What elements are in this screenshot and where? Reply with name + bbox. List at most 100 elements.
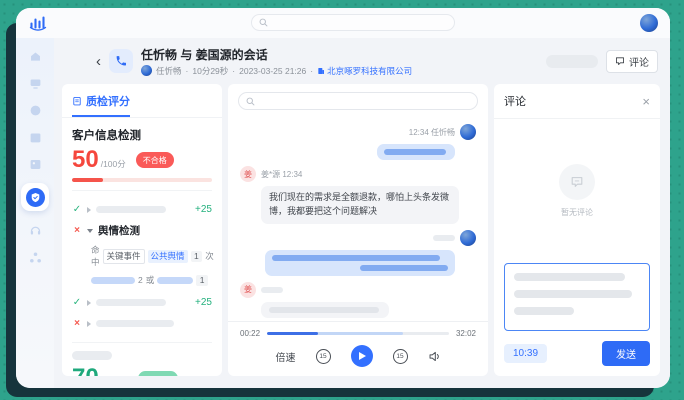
message-bubble: 我们现在的需求是全额退款，哪怕上头条发微博，我都要把这个问题解决 [261,186,459,224]
volume-icon[interactable] [428,350,441,363]
home-icon [29,50,42,63]
phone-icon [115,55,127,67]
comments-title: 评论 [504,93,526,109]
agent-avatar [460,124,476,140]
transcript-search-input[interactable] [259,96,470,106]
rule-bonus: +25 [195,204,212,215]
timestamp-tag[interactable]: 10:39 [504,344,547,363]
separator-dot: · [310,66,313,76]
message-meta: 姜*源 12:34 [261,169,302,180]
rule-item[interactable]: × [72,313,212,334]
building-icon [317,67,325,75]
play-button[interactable] [351,345,373,367]
send-button[interactable]: 发送 [602,341,650,366]
redacted-message-bubble [261,302,389,318]
playback-speed-button[interactable]: 倍速 [276,349,296,364]
call-type-badge [109,49,133,73]
hit-count: 1 [191,251,203,262]
sidebar-item-clock[interactable] [27,102,43,118]
rule-item[interactable]: ✓ +25 [72,292,212,313]
redacted-text-bar [360,265,448,271]
or-label: 或 [146,274,155,286]
message-customer: 姜 姜*源 12:34 我们现在的需求是全额退款，哪怕上头条发微博，我都要把这个… [240,166,459,224]
caret-right-icon[interactable] [87,321,91,327]
redacted-meta-pill [261,287,283,293]
close-icon[interactable]: × [642,95,650,108]
check-icon: ✓ [72,297,82,308]
count-3: 1 [196,275,208,286]
empty-comment-icon [559,164,595,200]
message-agent-redacted [265,230,476,276]
separator-dot: · [232,66,235,76]
separator-dot: · [186,66,189,76]
message-meta: 12:34 任忻畅 [409,127,455,138]
check-icon: ✓ [72,204,82,215]
call-duration: 10分29秒 [192,65,228,77]
redacted-draft-line [514,307,574,315]
agent-avatar [141,65,152,76]
rule-item-sentiment[interactable]: × 舆情检测 [72,220,212,241]
gallery-icon [29,158,42,171]
score2-value: 70 [72,366,99,376]
sidebar-item-gallery[interactable] [27,156,43,172]
redacted-card2-title [72,351,112,360]
comment-input[interactable] [504,263,650,331]
conversation-header: ‹ 任忻畅 与 姜国源的会话 任忻畅 · 10分29秒 · 2023-03-25… [62,38,660,84]
redacted-rule-label [96,206,166,213]
audio-player: 00:22 32:02 倍速 15 15 [228,321,488,376]
message-list[interactable]: 12:34 任忻畅 姜 姜*源 12:34 [228,114,488,321]
redacted-keyword-pill [157,277,193,284]
redacted-draft-line [514,290,632,298]
sidebar-item-calendar[interactable] [27,129,43,145]
sentiment-detail-line2: 2 或 1 [91,274,212,286]
global-search[interactable] [251,14,455,31]
status-badge-pass-redacted [138,371,178,377]
skip-forward-15-icon[interactable]: 15 [393,349,408,364]
user-avatar[interactable] [640,14,658,32]
redacted-meta-pill [433,235,455,241]
total-time: 32:02 [456,329,476,338]
redacted-rule-label [96,299,166,306]
count-2: 2 [138,275,143,285]
search-icon [259,18,268,27]
sidebar-item-home[interactable] [27,48,43,64]
redacted-draft-line [514,273,625,281]
message-agent: 12:34 任忻畅 [377,124,476,160]
clock-icon [29,104,42,117]
redacted-rule-label [96,320,174,327]
score-card-title: 客户信息检测 [72,127,212,143]
rule-bonus: +25 [195,297,212,308]
sentiment-detail-line1: 命中 关键事件 公共舆情 1 次 [91,244,212,268]
current-time: 00:22 [240,329,260,338]
agent-avatar [460,230,476,246]
conversation-subtitle: 任忻畅 · 10分29秒 · 2023-03-25 21:26 · 北京啄罗科技… [141,65,412,77]
caret-right-icon[interactable] [87,300,91,306]
score-max: /100分 [101,158,126,170]
cross-icon: × [72,225,82,236]
caret-right-icon[interactable] [87,207,91,213]
tab-quality-score[interactable]: 质检评分 [72,93,130,117]
cross-icon: × [72,318,82,329]
skip-back-15-icon[interactable]: 15 [316,349,331,364]
hit-label: 命中 [91,244,100,268]
comment-toggle-button[interactable]: 评论 [606,50,658,73]
transcript-panel: 12:34 任忻畅 姜 姜*源 12:34 [228,84,488,376]
redacted-message-bubble [377,144,455,160]
sidebar-item-headset[interactable] [27,222,43,238]
sidebar-item-org[interactable] [27,249,43,265]
message-customer-redacted: 姜 [240,282,389,318]
company-link[interactable]: 北京啄罗科技有限公司 [317,65,412,77]
caret-down-icon[interactable] [87,229,93,233]
sidebar-item-inspection-active[interactable] [21,183,49,211]
sidebar-rail [16,38,54,388]
sidebar-item-monitor[interactable] [27,75,43,91]
global-search-input[interactable] [272,18,447,28]
seek-bar[interactable] [267,332,449,335]
transcript-search[interactable] [238,92,478,110]
score-progress-fill [72,178,103,182]
org-icon [29,251,42,264]
score-value: 50 [72,148,99,172]
play-icon [359,352,366,360]
back-button[interactable]: ‹ [96,54,101,69]
rule-item[interactable]: ✓ +25 [72,199,212,220]
